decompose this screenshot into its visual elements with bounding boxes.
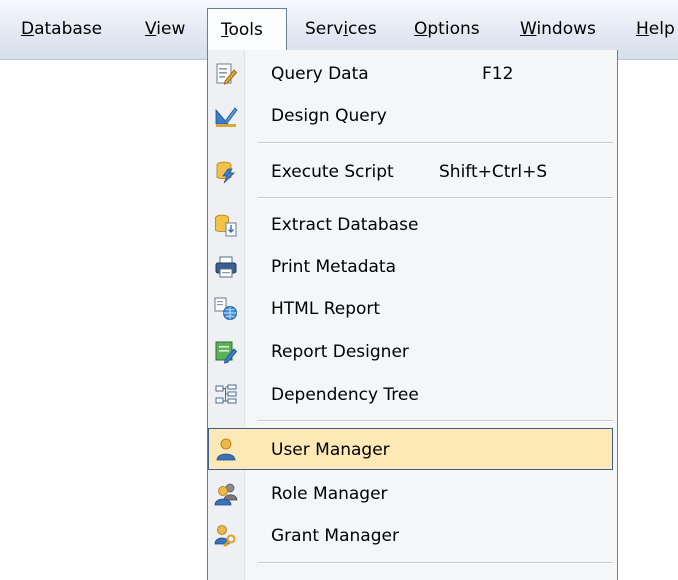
menu-item-label: Dependency Tree [271,385,419,405]
menu-separator [258,197,613,199]
menu-options-label: ptions [427,19,480,39]
menu-item-label: Print Metadata [271,257,397,277]
menu-separator [258,142,613,144]
menu-item-grant-manager[interactable]: Grant Manager [208,515,617,557]
user-icon [216,438,236,461]
menu-item-label: Grant Manager [271,526,399,546]
menu-help-label: elp [648,19,675,39]
menu-item-label: Report Designer [271,342,409,362]
report-designer-icon [215,341,238,364]
extract-database-icon [215,214,237,237]
menu-services-c: ces [348,19,377,39]
menu-item-label: Query Data [271,64,369,84]
menu-item-user-manager[interactable]: User Manager [208,428,613,470]
menu-options[interactable]: Options [405,8,489,50]
shortcut-label: Shift+Ctrl+S [439,162,548,182]
menu-tools-label: ools [228,20,263,40]
menu-services[interactable]: Services [296,8,386,50]
menu-services-a: Serv [305,19,344,39]
menu-database[interactable]: Database [12,8,111,50]
design-query-icon [215,107,238,127]
shortcut-label: F12 [482,64,514,84]
grant-key-icon [214,525,236,547]
menu-windows[interactable]: Windows [511,8,605,50]
menu-windows-label: indows [536,19,596,39]
menu-item-report-designer[interactable]: Report Designer [208,331,617,373]
menu-item-query-data[interactable]: Query Data F12 [208,53,617,95]
menu-item-html-report[interactable]: HTML Report [208,288,617,330]
printer-icon [215,256,237,278]
menu-item-label: Design Query [271,106,387,126]
execute-script-icon [216,161,235,184]
menu-item-label: Execute Script [271,162,394,182]
menu-item-dependency-tree[interactable]: Dependency Tree [208,374,617,416]
menu-item-design-query[interactable]: Design Query [208,95,617,137]
menu-item-label: HTML Report [271,299,381,319]
role-users-icon [214,483,238,506]
dependency-tree-icon [215,384,237,404]
query-data-icon [216,63,238,85]
menu-view-label: iew [156,19,186,39]
tools-dropdown: Query Data F12 Design Query Execute Scri… [207,50,618,580]
menu-item-print-metadata[interactable]: Print Metadata [208,246,617,288]
menu-item-role-manager[interactable]: Role Manager [208,473,617,515]
menu-separator [258,562,613,564]
html-report-icon [214,297,237,320]
menu-help[interactable]: Help [627,8,678,50]
menu-separator [258,420,613,422]
menu-database-label: atabase [34,19,103,39]
menu-item-label: Extract Database [271,215,419,235]
menu-item-extract-database[interactable]: Extract Database [208,204,617,246]
menu-item-label: User Manager [271,440,390,460]
menu-item-execute-script[interactable]: Execute Script Shift+Ctrl+S [208,151,617,193]
menu-item-label: Role Manager [271,484,388,504]
menu-view[interactable]: View [136,8,194,50]
